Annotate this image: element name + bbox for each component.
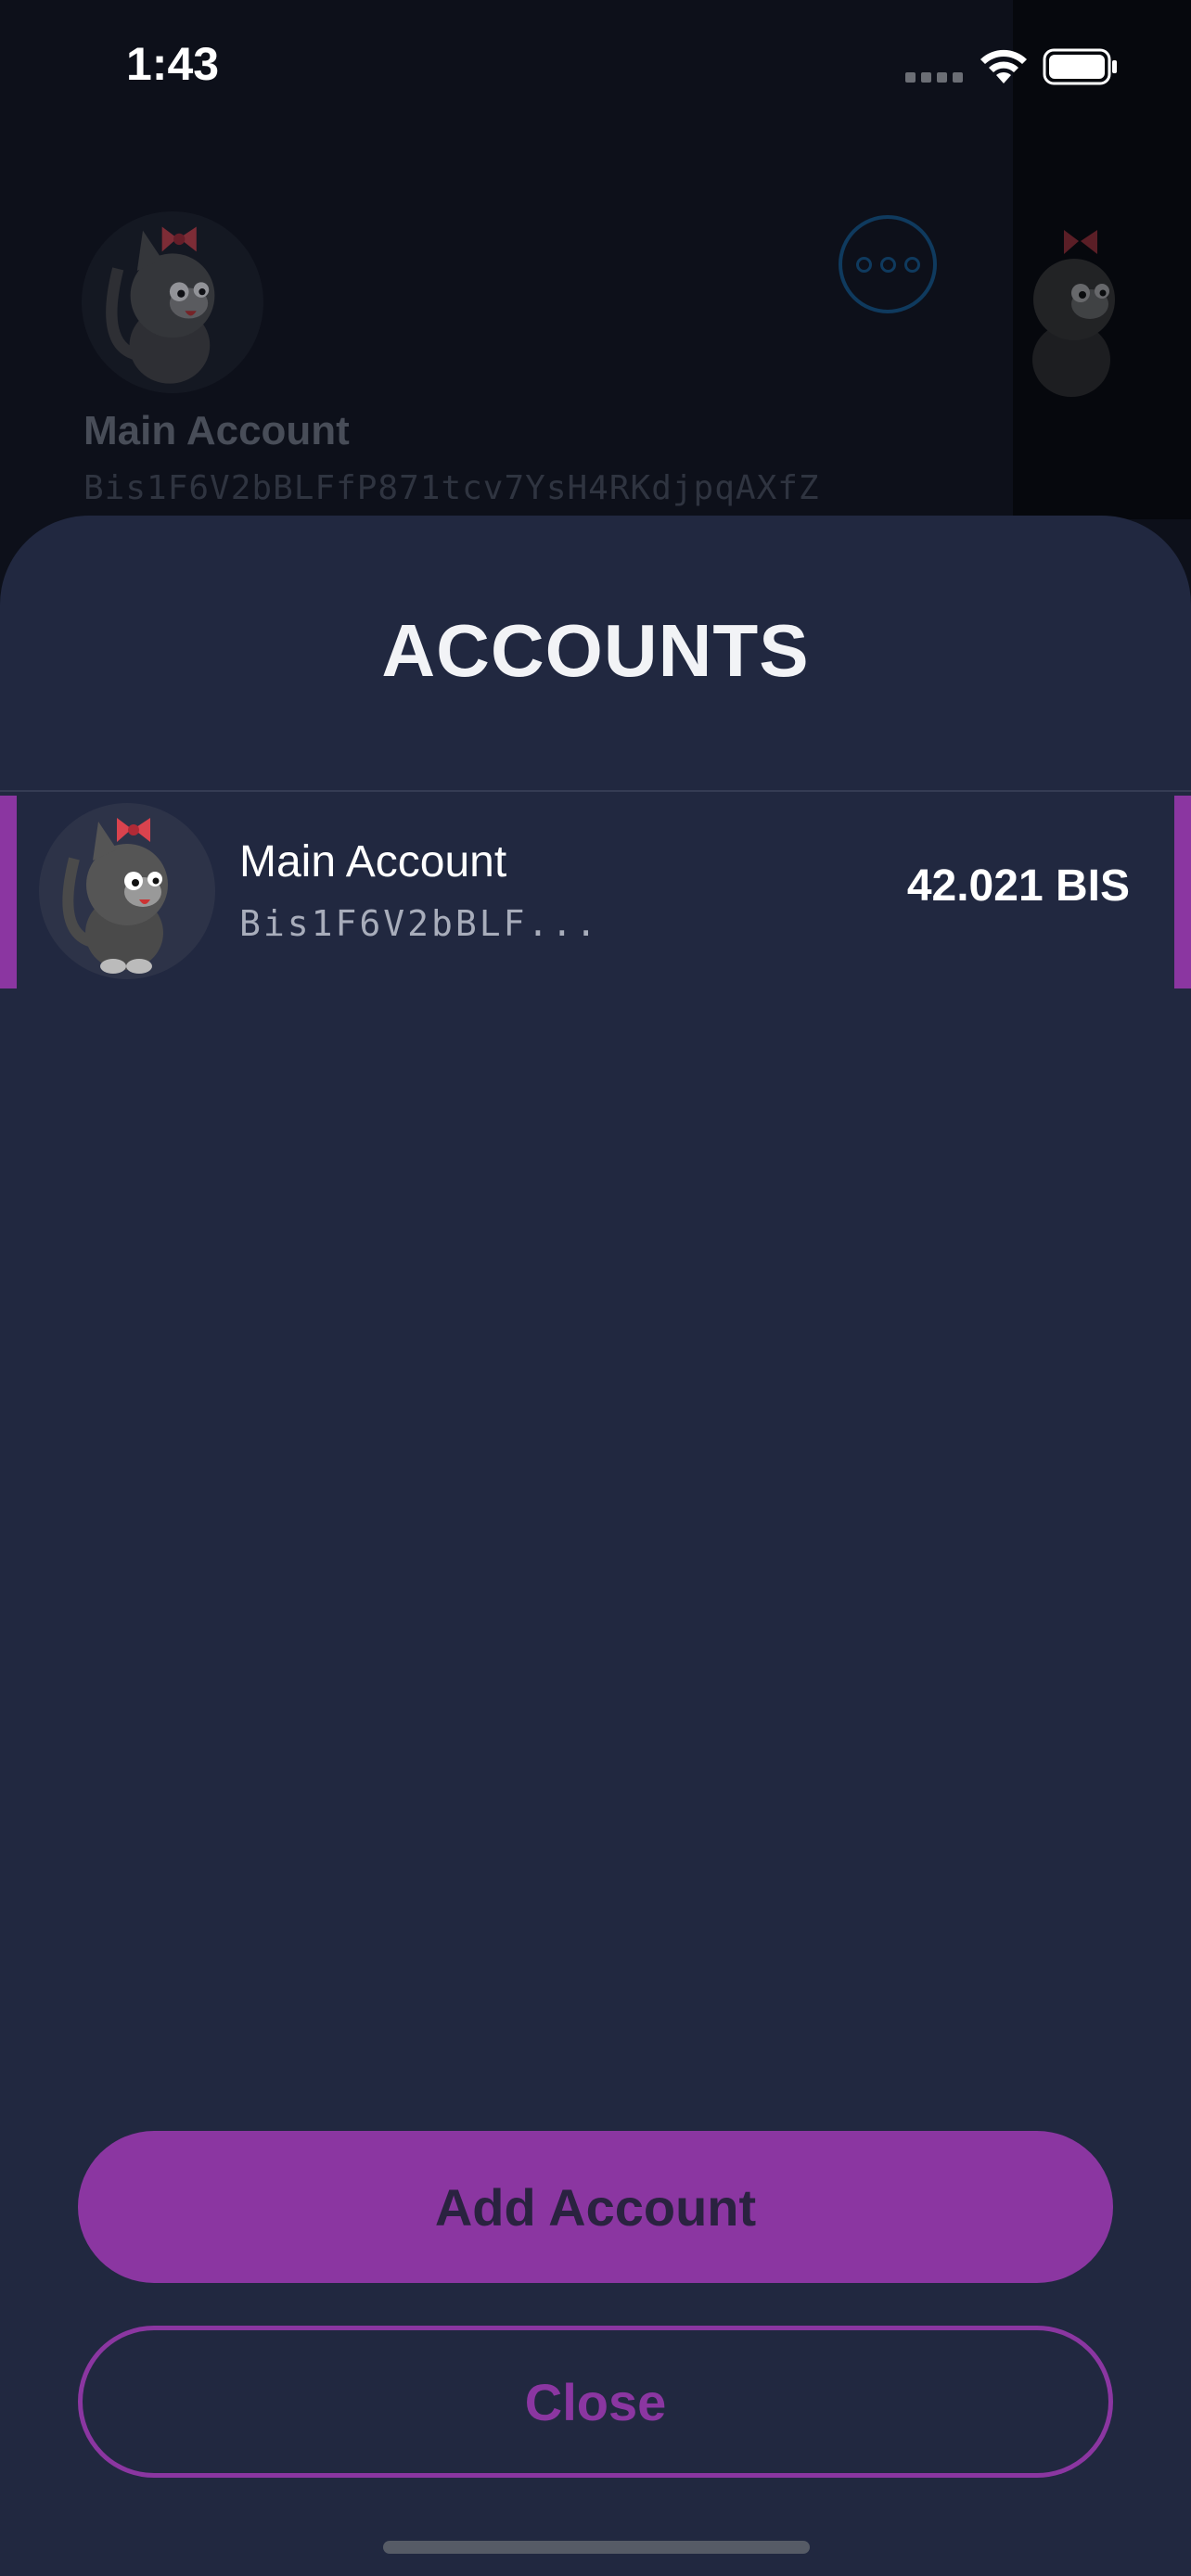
cat-avatar-icon bbox=[1032, 230, 1115, 397]
background-account-name: Main Account bbox=[83, 408, 350, 453]
close-button[interactable]: Close bbox=[78, 2326, 1113, 2478]
status-bar: 1:43 bbox=[0, 0, 1191, 130]
battery-icon bbox=[1043, 48, 1117, 85]
avatar bbox=[39, 803, 215, 979]
status-time: 1:43 bbox=[126, 38, 220, 90]
account-address: Bis1F6V2bBLF... bbox=[239, 903, 600, 944]
background-avatar-partial bbox=[1002, 211, 1184, 415]
background-account-address: Bis1F6V2bBLFfP871tcv7YsH4RKdjpqAXfZ bbox=[83, 469, 820, 507]
home-indicator bbox=[383, 2541, 810, 2554]
selected-indicator-left bbox=[0, 796, 17, 988]
background-avatar bbox=[82, 211, 263, 393]
cat-avatar-icon bbox=[62, 818, 168, 974]
more-horizontal-icon-dot bbox=[879, 256, 896, 273]
accounts-sheet: ACCOUNTS Main Account Bis1F6V2bBLF... 42… bbox=[0, 516, 1191, 2576]
more-horizontal-icon-dot bbox=[903, 256, 920, 273]
selected-indicator-right bbox=[1174, 796, 1191, 988]
more-horizontal-icon-dot bbox=[855, 256, 872, 273]
sheet-title: ACCOUNTS bbox=[381, 609, 810, 692]
cellular-signal-icon bbox=[905, 72, 963, 83]
wifi-icon bbox=[980, 49, 1027, 83]
account-list-item[interactable]: Main Account Bis1F6V2bBLF... 42.021 BIS bbox=[0, 794, 1191, 990]
account-name: Main Account bbox=[239, 837, 507, 886]
more-options-button bbox=[839, 215, 937, 313]
cat-avatar-icon bbox=[106, 226, 215, 384]
divider bbox=[0, 790, 1191, 792]
account-balance: 42.021 BIS bbox=[906, 861, 1130, 911]
add-account-button[interactable]: Add Account bbox=[78, 2131, 1113, 2283]
